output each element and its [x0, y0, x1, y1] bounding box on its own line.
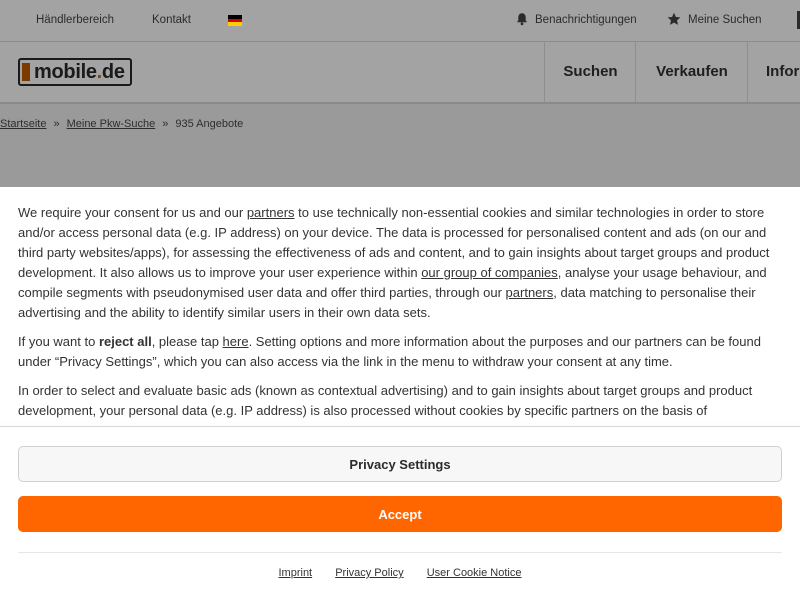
- divider: [18, 552, 782, 553]
- my-searches-link[interactable]: Meine Suchen: [688, 14, 762, 26]
- breadcrumb-separator: »: [53, 118, 60, 130]
- consent-text-scroll[interactable]: We require your consent for us and our p…: [18, 203, 784, 425]
- dealer-area-link[interactable]: Händlerbereich: [36, 14, 114, 26]
- breadcrumb-search[interactable]: Meine Pkw-Suche: [67, 118, 156, 130]
- consent-paragraph-2: If you want to reject all, please tap he…: [18, 332, 784, 372]
- breadcrumb-home[interactable]: Startseite: [0, 118, 46, 130]
- group-companies-link[interactable]: our group of companies: [421, 265, 558, 280]
- nav-sell[interactable]: Verkaufen: [635, 42, 748, 102]
- consent-text: , please tap: [151, 334, 223, 349]
- breadcrumb-offers: 935 Angebote: [175, 118, 244, 130]
- breadcrumb: Startseite » Meine Pkw-Suche » 935 Angebote: [0, 118, 243, 130]
- mobile-de-logo[interactable]: mobile.de: [18, 58, 132, 86]
- privacy-policy-link[interactable]: Privacy Policy: [335, 567, 403, 579]
- notifications-link[interactable]: Benachrichtigungen: [535, 14, 637, 26]
- divider: [0, 426, 800, 427]
- partners-link[interactable]: partners: [506, 285, 554, 300]
- reject-all-text: reject all: [98, 334, 152, 349]
- logo-bar: [22, 63, 30, 81]
- logo-text: mobile: [34, 61, 97, 83]
- reject-here-link[interactable]: here: [223, 334, 249, 349]
- imprint-link[interactable]: Imprint: [279, 567, 313, 579]
- nav-search[interactable]: Suchen: [544, 42, 636, 102]
- cookie-consent-panel: We require your consent for us and our p…: [0, 187, 800, 600]
- user-cookie-notice-link[interactable]: User Cookie Notice: [427, 567, 522, 579]
- logo-tld: de: [101, 61, 125, 83]
- nav-info[interactable]: Infor: [747, 42, 800, 102]
- main-header: mobile.de Suchen Verkaufen Infor: [0, 42, 800, 104]
- consent-text: We require your consent for us and our: [18, 205, 247, 220]
- top-bar: Händlerbereich Kontakt Benachrichtigunge…: [0, 0, 800, 42]
- partners-link[interactable]: partners: [247, 205, 295, 220]
- accept-button[interactable]: Accept: [18, 496, 782, 532]
- consent-text: If you want to: [18, 334, 99, 349]
- german-flag-icon[interactable]: [228, 15, 242, 26]
- privacy-settings-button[interactable]: Privacy Settings: [18, 446, 782, 482]
- breadcrumb-separator: »: [162, 118, 169, 130]
- bell-icon: [517, 13, 527, 26]
- consent-footer-links: Imprint Privacy Policy User Cookie Notic…: [0, 567, 800, 579]
- consent-paragraph-1: We require your consent for us and our p…: [18, 203, 784, 323]
- star-icon: [667, 12, 681, 25]
- contact-link[interactable]: Kontakt: [152, 14, 191, 26]
- consent-paragraph-3: In order to select and evaluate basic ad…: [18, 383, 753, 418]
